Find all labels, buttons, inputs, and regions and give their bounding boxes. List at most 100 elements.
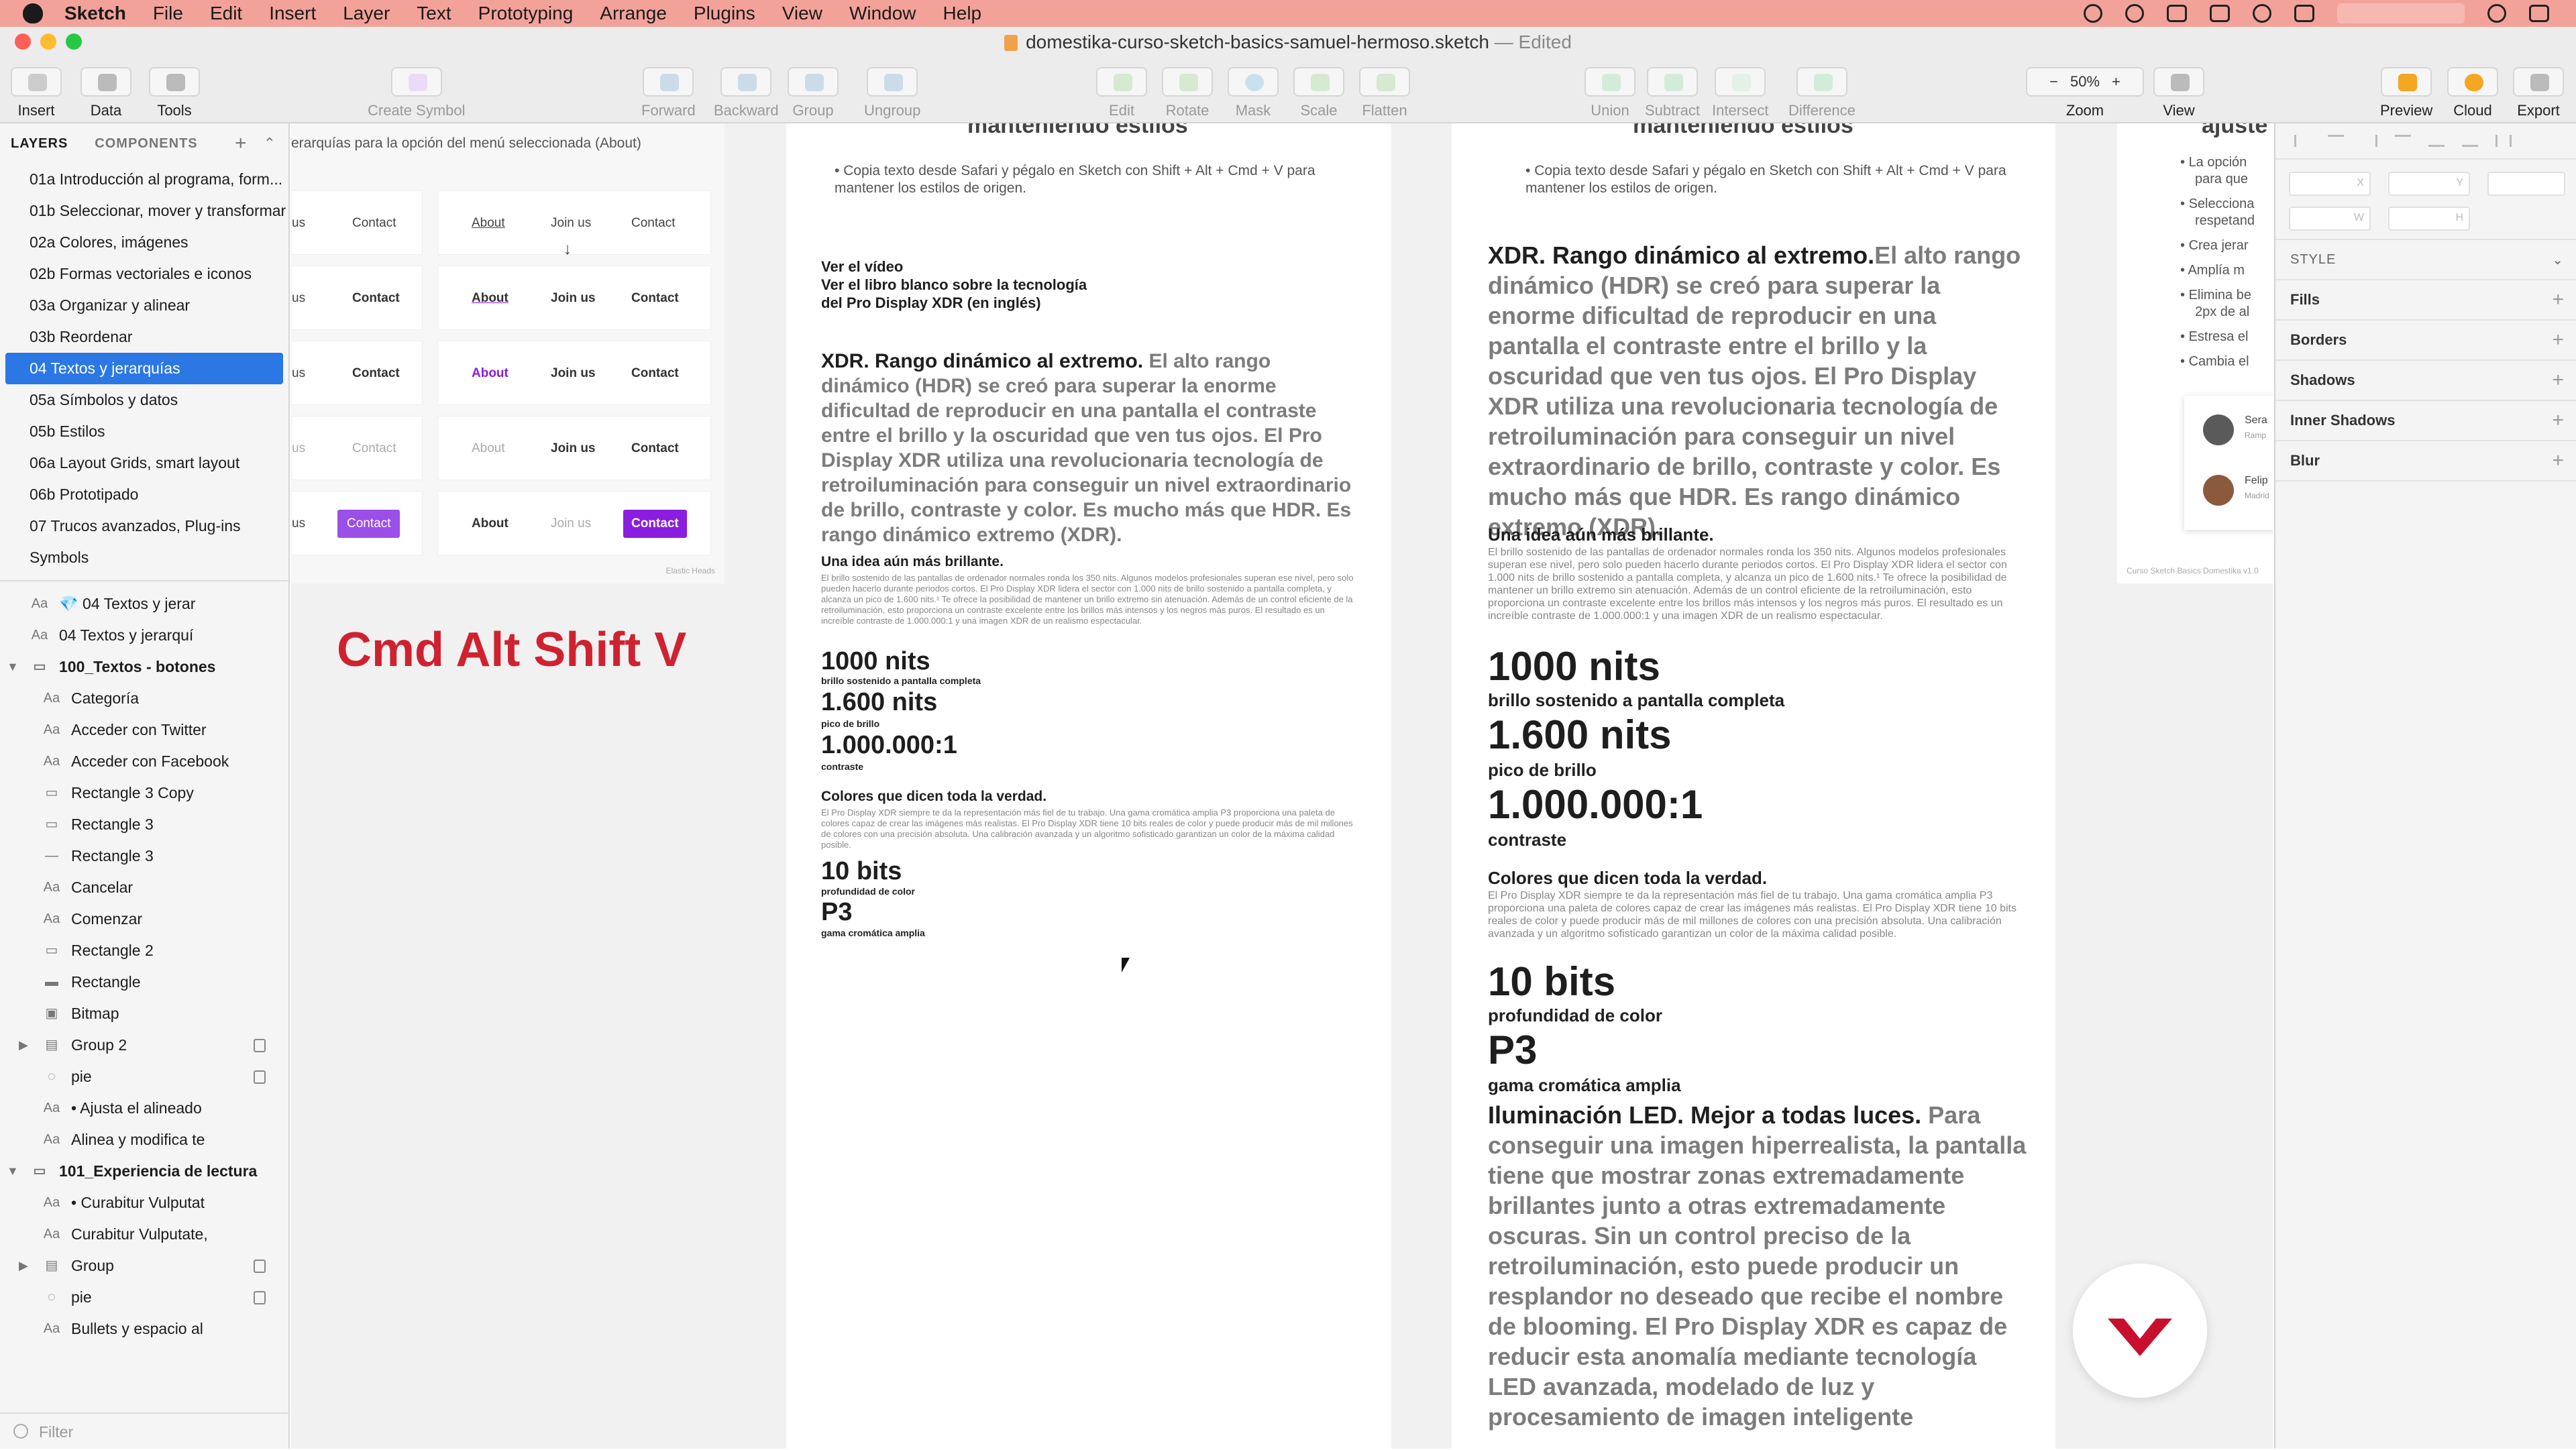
artboard-nav[interactable]: erarquías para la opción del menú selecc… [291, 123, 724, 583]
data-button[interactable]: Data [80, 67, 131, 119]
align-middle-icon[interactable] [2428, 135, 2445, 147]
group-button[interactable]: Group [788, 67, 839, 119]
cloud-button[interactable]: Cloud [2447, 67, 2498, 119]
add-border-button[interactable]: + [2552, 329, 2564, 351]
preview-button[interactable]: Preview [2380, 67, 2432, 119]
menu-window[interactable]: Window [849, 3, 916, 24]
layer-row[interactable]: Aa • Curabitur Vulputat [0, 1187, 288, 1219]
page-item[interactable]: 02a Colores, imágenes [0, 227, 288, 258]
layer-row[interactable]: Aa Acceder con Twitter [0, 714, 288, 746]
menu-help[interactable]: Help [943, 3, 982, 24]
menu-edit[interactable]: Edit [210, 3, 242, 24]
scale-button[interactable]: Scale [1293, 67, 1344, 119]
mask-button[interactable]: Mask [1228, 67, 1279, 119]
page-item[interactable]: 06a Layout Grids, smart layout [0, 447, 288, 479]
nav-link-about[interactable]: About [472, 209, 505, 237]
view-button[interactable]: View [2153, 67, 2204, 119]
menu-insert[interactable]: Insert [269, 3, 316, 24]
zoom-out-button[interactable]: − [2049, 73, 2058, 91]
lock-icon[interactable] [254, 1070, 266, 1084]
nav-link-contact[interactable]: Contact [631, 284, 679, 313]
lock-icon[interactable] [254, 1291, 266, 1304]
layer-row[interactable]: ◌ pie [0, 1061, 288, 1093]
nav-variant-right[interactable]: About Join us Contact [437, 341, 711, 405]
nav-link-contact[interactable]: Contact [337, 209, 411, 237]
align-center-icon[interactable] [2328, 135, 2344, 147]
close-window-button[interactable] [15, 34, 31, 50]
page-item[interactable]: 04 Textos y jerarquías [5, 353, 283, 384]
disclosure-closed-icon[interactable]: ▶ [19, 1250, 28, 1282]
h-field[interactable]: H [2388, 207, 2470, 231]
layer-group[interactable]: ▼ ▭ 101_Experiencia de lectura [0, 1156, 288, 1187]
layer-row[interactable]: — Rectangle 3 [0, 840, 288, 872]
page-item[interactable]: 05a Símbolos y datos [0, 384, 288, 416]
artboard-right[interactable]: ajuste • La opción para que • Selecciona re… [2117, 123, 2273, 583]
tools-button[interactable]: Tools [149, 67, 200, 119]
subtract-button[interactable]: Subtract [1645, 67, 1700, 119]
nav-link-join[interactable]: us [292, 284, 305, 313]
filter-input[interactable]: Filter [0, 1412, 288, 1449]
nav-link-join[interactable]: Join us [551, 359, 596, 388]
nav-link-join[interactable]: us [292, 359, 305, 388]
forward-button[interactable]: Forward [641, 67, 696, 119]
nav-link-join[interactable]: Join us [551, 510, 591, 538]
insert-button[interactable]: Insert [11, 67, 62, 119]
canvas[interactable]: erarquías para la opción del menú selecc… [291, 123, 2273, 1449]
nav-link-join[interactable]: Join us [551, 435, 596, 463]
add-page-icon[interactable]: + [235, 132, 248, 155]
layer-row[interactable]: ▭ Rectangle 2 [0, 935, 288, 966]
menu-app[interactable]: Sketch [64, 3, 126, 24]
difference-button[interactable]: Difference [1788, 67, 1856, 119]
lock-icon[interactable] [254, 1260, 266, 1273]
layer-group[interactable]: ▼ ▭ 100_Textos - botones [0, 651, 288, 683]
record-icon[interactable] [2084, 4, 2102, 23]
menu-arrange[interactable]: Arrange [600, 3, 667, 24]
edit-button[interactable]: Edit [1096, 67, 1147, 119]
add-inner-shadow-button[interactable]: + [2552, 409, 2564, 432]
screen-icon[interactable] [2167, 5, 2187, 22]
nav-link-contact[interactable]: Contact [337, 284, 415, 313]
nav-link-join[interactable]: Join us [551, 209, 591, 237]
distribute-icon[interactable] [2496, 135, 2512, 147]
menu-text[interactable]: Text [417, 3, 451, 24]
nav-variant-left[interactable]: us Contact [291, 491, 423, 555]
y-field[interactable]: Y [2388, 172, 2470, 196]
blur-section[interactable]: Blur + [2275, 441, 2576, 482]
inner-shadows-section[interactable]: Inner Shadows + [2275, 401, 2576, 441]
layer-row[interactable]: Aa Curabitur Vulputate, [0, 1219, 288, 1250]
disclosure-closed-icon[interactable]: ▶ [19, 1029, 28, 1061]
link-whitepaper-2[interactable]: del Pro Display XDR (en inglés) [821, 294, 1087, 312]
flatten-button[interactable]: Flatten [1359, 67, 1410, 119]
align-left-icon[interactable] [2294, 135, 2310, 147]
nav-variant-right[interactable]: About Join us Contact [437, 491, 711, 555]
layer-row[interactable]: Aa Categoría [0, 683, 288, 714]
creative-cloud-icon[interactable] [2125, 4, 2144, 23]
nav-link-about[interactable]: About [472, 435, 505, 463]
align-top-icon[interactable] [2395, 135, 2411, 147]
page-item[interactable]: 07 Trucos avanzados, Plug-ins [0, 510, 288, 542]
nav-link-contact[interactable]: Contact [623, 510, 687, 538]
menu-view[interactable]: View [782, 3, 822, 24]
ungroup-button[interactable]: Ungroup [864, 67, 920, 119]
page-item[interactable]: 02b Formas vectoriales e iconos [0, 258, 288, 290]
rotate-button[interactable]: Rotate [1162, 67, 1213, 119]
layer-row[interactable]: ◌ pie [0, 1282, 288, 1313]
page-item[interactable]: 06b Prototipado [0, 479, 288, 510]
intersect-button[interactable]: Intersect [1712, 67, 1768, 119]
nav-variant-right[interactable]: About Join us Contact [437, 266, 711, 330]
disclosure-open-icon[interactable]: ▼ [7, 651, 19, 683]
link-whitepaper[interactable]: Ver el libro blanco sobre la tecnología [821, 276, 1087, 294]
cast-icon[interactable] [2210, 5, 2230, 22]
page-item[interactable]: 03b Reordenar [0, 321, 288, 353]
nav-link-about[interactable]: About [472, 510, 508, 538]
nav-link-contact[interactable]: Contact [631, 359, 679, 388]
export-button[interactable]: Export [2513, 67, 2564, 119]
layer-row[interactable]: ▶ ▤ Group [0, 1250, 288, 1282]
layer-row[interactable]: Aa Comenzar [0, 903, 288, 935]
nav-variant-left[interactable]: us Contact [291, 190, 423, 255]
union-button[interactable]: Union [1585, 67, 1635, 119]
layer-row[interactable]: Aa Cancelar [0, 872, 288, 903]
fills-section[interactable]: Fills + [2275, 280, 2576, 321]
layer-row[interactable]: Aa • Ajusta el alineado [0, 1093, 288, 1124]
menu-file[interactable]: File [153, 3, 183, 24]
